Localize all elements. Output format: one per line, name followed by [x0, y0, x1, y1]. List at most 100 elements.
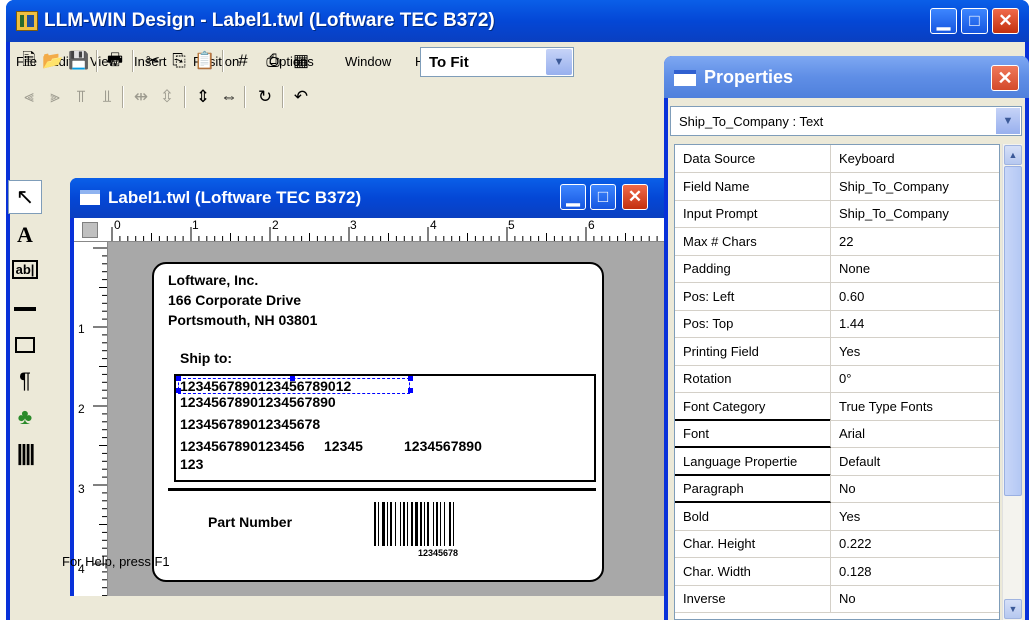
- chevron-down-icon[interactable]: ▼: [546, 49, 572, 75]
- odbc-icon[interactable]: ▦: [290, 50, 312, 72]
- property-value[interactable]: None: [835, 255, 999, 283]
- property-value[interactable]: 22: [835, 228, 999, 256]
- ship-to-city-field[interactable]: 1234567890123456: [180, 438, 305, 454]
- property-row[interactable]: Pos: Top 1.44: [675, 310, 999, 338]
- property-value[interactable]: 0.60: [835, 283, 999, 311]
- center-vertical-icon[interactable]: ⇕: [192, 86, 214, 108]
- paragraph-tool-icon[interactable]: ¶: [8, 364, 42, 398]
- minimize-button[interactable]: ▁: [930, 8, 957, 34]
- line-tool-icon[interactable]: [8, 292, 42, 326]
- ship-to-state-field[interactable]: 12345: [324, 438, 363, 454]
- selection-handle[interactable]: [408, 376, 413, 381]
- align-top-icon[interactable]: ⫪: [70, 86, 92, 108]
- property-row[interactable]: Inverse No: [675, 585, 999, 613]
- property-row[interactable]: Font Arial: [675, 420, 999, 448]
- property-row[interactable]: Max # Chars 22: [675, 227, 999, 256]
- part-number-label[interactable]: Part Number: [208, 514, 292, 530]
- child-close-button[interactable]: ✕: [622, 184, 648, 210]
- address-line1-field[interactable]: 166 Corporate Drive: [168, 292, 301, 308]
- center-horizontal-icon[interactable]: ⇔: [218, 86, 240, 108]
- property-value[interactable]: No: [835, 585, 999, 613]
- barcode-tool-icon[interactable]: ||||: [8, 436, 42, 470]
- text-tool-icon[interactable]: A: [8, 218, 42, 252]
- ship-to-label[interactable]: Ship to:: [180, 350, 232, 366]
- scroll-down-icon[interactable]: ▼: [1004, 599, 1022, 619]
- menu-window[interactable]: Window: [345, 54, 391, 69]
- property-value[interactable]: Yes: [835, 503, 999, 531]
- property-value[interactable]: No: [835, 475, 999, 503]
- property-row[interactable]: Bold Yes: [675, 502, 999, 531]
- property-value[interactable]: Keyboard: [835, 145, 999, 173]
- property-row[interactable]: Data Source Keyboard: [675, 145, 999, 173]
- property-row[interactable]: Char. Height 0.222: [675, 530, 999, 558]
- new-file-icon[interactable]: 🗎: [18, 50, 40, 72]
- property-value[interactable]: 0.128: [835, 558, 999, 586]
- label-design-area[interactable]: Loftware, Inc. 166 Corporate Drive Ports…: [152, 262, 604, 582]
- copy-icon[interactable]: ⎘: [168, 50, 190, 72]
- save-icon[interactable]: 💾: [68, 50, 90, 72]
- property-row[interactable]: Padding None: [675, 255, 999, 283]
- divider-line[interactable]: [168, 488, 596, 491]
- close-button[interactable]: ✕: [992, 8, 1019, 34]
- selection-handle[interactable]: [408, 388, 413, 393]
- textbox-tool-icon[interactable]: ab|: [8, 252, 42, 286]
- object-select[interactable]: Ship_To_Company : Text ▼: [670, 106, 1022, 136]
- property-grid-scrollbar[interactable]: ▲ ▼: [1002, 144, 1022, 620]
- property-row[interactable]: Field Name Ship_To_Company: [675, 172, 999, 201]
- property-value[interactable]: Ship_To_Company: [835, 200, 999, 228]
- company-name-field[interactable]: Loftware, Inc.: [168, 272, 258, 288]
- open-folder-icon[interactable]: 📂: [42, 50, 64, 72]
- align-right-icon[interactable]: ⫸: [44, 86, 66, 108]
- print-icon[interactable]: 🖶: [104, 50, 126, 72]
- rotate-icon[interactable]: ↻: [254, 86, 276, 108]
- rectangle-tool-icon[interactable]: [8, 328, 42, 362]
- main-title-bar[interactable]: LLM-WIN Design - Label1.twl (Loftware TE…: [6, 0, 1029, 42]
- align-left-icon[interactable]: ⫷: [18, 86, 40, 108]
- property-value[interactable]: 0.222: [835, 530, 999, 558]
- properties-close-button[interactable]: ✕: [991, 65, 1019, 91]
- align-bottom-icon[interactable]: ⫫: [96, 86, 118, 108]
- minimize-icon: ▁: [936, 11, 951, 30]
- property-value[interactable]: Yes: [835, 338, 999, 366]
- property-row[interactable]: Paragraph No: [675, 475, 999, 503]
- ship-to-zip-field[interactable]: 1234567890: [404, 438, 482, 454]
- property-value[interactable]: Default: [835, 448, 999, 476]
- property-row[interactable]: Language Propertie Default: [675, 447, 999, 476]
- scroll-thumb[interactable]: [1004, 166, 1022, 496]
- address-line2-field[interactable]: Portsmouth, NH 03801: [168, 312, 317, 328]
- properties-title-bar[interactable]: Properties ✕: [664, 56, 1029, 98]
- ship-to-line3-field[interactable]: 123456789012345678: [180, 416, 320, 432]
- child-title-bar[interactable]: Label1.twl (Loftware TEC B372) ▁ □ ✕: [70, 178, 670, 218]
- property-row[interactable]: Rotation 0°: [675, 365, 999, 393]
- space-horizontal-icon[interactable]: ⇹: [130, 86, 152, 108]
- property-row[interactable]: Char. Width 0.128: [675, 557, 999, 586]
- field-properties-icon[interactable]: ⎙: [262, 50, 284, 72]
- property-value[interactable]: Arial: [835, 420, 999, 448]
- space-vertical-icon[interactable]: ⇳: [156, 86, 178, 108]
- zoom-select[interactable]: To Fit ▼: [420, 47, 574, 77]
- barcode[interactable]: [374, 502, 492, 546]
- property-value[interactable]: True Type Fonts: [835, 393, 999, 421]
- cut-icon[interactable]: ✂: [142, 50, 164, 72]
- property-value[interactable]: 0°: [835, 365, 999, 393]
- property-row[interactable]: Font Category True Type Fonts: [675, 392, 999, 421]
- child-minimize-button[interactable]: ▁: [560, 184, 586, 210]
- property-value[interactable]: Ship_To_Company: [835, 173, 999, 201]
- grid-icon[interactable]: #: [232, 50, 254, 72]
- chevron-down-icon[interactable]: ▼: [996, 108, 1020, 134]
- property-row[interactable]: Input Prompt Ship_To_Company: [675, 200, 999, 228]
- undo-icon[interactable]: ↶: [290, 86, 312, 108]
- ship-to-line2-field[interactable]: 12345678901234567890: [180, 394, 336, 410]
- scroll-up-icon[interactable]: ▲: [1004, 145, 1022, 165]
- ship-to-line5-field[interactable]: 123: [180, 456, 203, 472]
- pointer-tool-icon[interactable]: ↖: [8, 180, 42, 214]
- maximize-button[interactable]: □: [961, 8, 988, 34]
- child-maximize-button[interactable]: □: [590, 184, 616, 210]
- property-value[interactable]: 1.44: [835, 310, 999, 338]
- ship-to-company-field[interactable]: 1234567890123456789012: [180, 378, 351, 394]
- property-row[interactable]: Printing Field Yes: [675, 337, 999, 366]
- paste-icon[interactable]: 📋: [194, 50, 216, 72]
- picture-tool-icon[interactable]: ♣: [8, 400, 42, 434]
- property-row[interactable]: Pos: Left 0.60: [675, 282, 999, 311]
- label-canvas[interactable]: 0 1 2 3 4 5 6 1 2 3 4 Loftware, Inc. 166…: [74, 218, 666, 596]
